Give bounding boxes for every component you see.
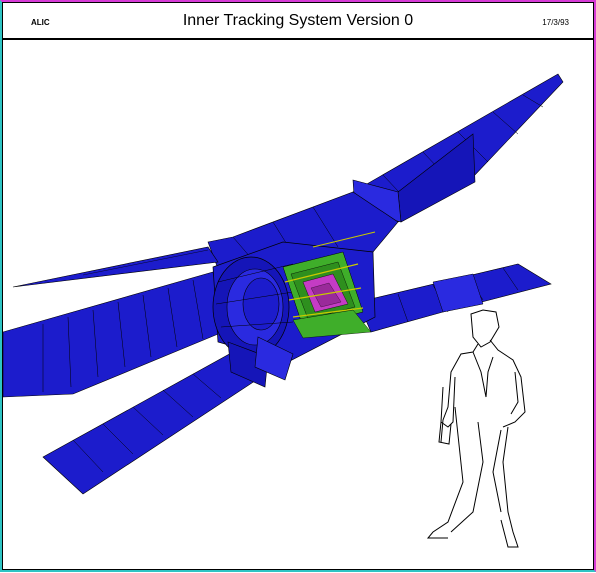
detector-drawing: [2, 73, 564, 548]
header-date: 17/3/93: [542, 18, 569, 27]
right-lower-arm: [357, 263, 552, 333]
detector-scene: [2, 42, 593, 568]
header-bar: ALIC Inner Tracking System Version 0 17/…: [3, 3, 593, 40]
page-title: Inner Tracking System Version 0: [182, 12, 414, 29]
upper-right-arm: [352, 73, 564, 223]
human-figure-icon: [426, 309, 526, 548]
